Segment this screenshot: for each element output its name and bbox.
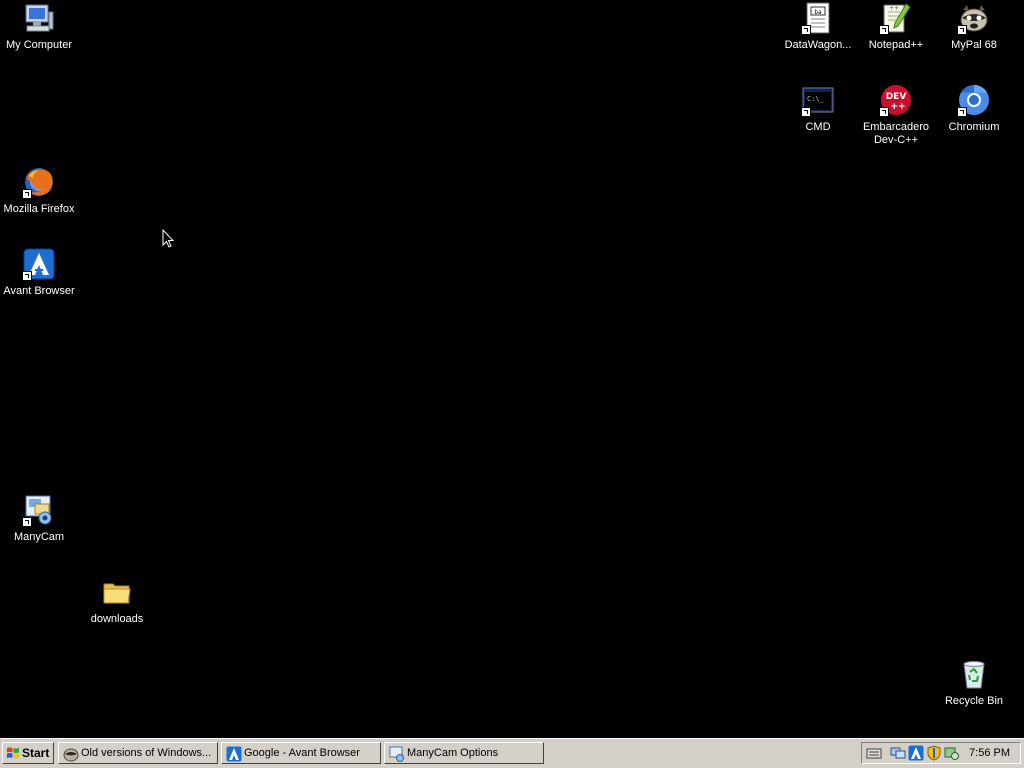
shortcut-arrow-icon	[801, 107, 811, 117]
cmd-icon: C:\_	[801, 84, 834, 117]
svg-text:DEV: DEV	[886, 92, 907, 102]
manycam-icon	[389, 746, 405, 762]
datawagon-label: DataWagon...	[784, 39, 852, 51]
recycle-bin-desktop-icon[interactable]: Recycle Bin	[935, 658, 1013, 708]
chromium-label: Chromium	[948, 121, 1000, 133]
mypal-icon	[63, 746, 79, 762]
avant-browser-icon	[226, 746, 242, 762]
taskbar-button-label: Google - Avant Browser	[244, 747, 360, 759]
chromium-desktop-icon[interactable]: Chromium	[935, 84, 1013, 134]
recycle-bin-label: Recycle Bin	[944, 695, 1004, 707]
notepadpp-label: Notepad++	[868, 39, 924, 51]
start-label: Start	[22, 746, 50, 760]
keyboard-icon[interactable]	[866, 745, 882, 761]
avant-browser-icon	[22, 248, 55, 281]
devcpp-desktop-icon[interactable]: DEV ++ Embarcadero Dev-C++	[857, 84, 935, 147]
shortcut-arrow-icon	[879, 25, 889, 35]
cmd-label: CMD	[805, 121, 831, 133]
shortcut-arrow-icon	[957, 107, 967, 117]
downloads-label: downloads	[90, 613, 144, 625]
avant-browser-desktop-icon[interactable]: Avant Browser	[0, 248, 78, 298]
taskbar: Start Old versions of Windows... Google …	[0, 738, 1024, 768]
shortcut-arrow-icon	[879, 107, 889, 117]
shortcut-arrow-icon	[801, 25, 811, 35]
notepadpp-icon: ++	[879, 2, 912, 35]
devcpp-icon: DEV ++	[879, 84, 912, 117]
avant-tray-icon[interactable]	[908, 745, 924, 761]
manycam-label: ManyCam	[13, 531, 65, 543]
taskbar-button-mypal[interactable]: Old versions of Windows...	[58, 742, 218, 764]
computer-icon	[23, 2, 55, 34]
svg-text:++: ++	[890, 102, 905, 112]
clock[interactable]: 7:56 PM	[969, 743, 1010, 763]
firefox-icon	[22, 166, 55, 199]
manycam-icon	[22, 494, 55, 527]
downloads-folder-desktop-icon[interactable]: downloads	[78, 576, 156, 626]
security-shield-icon[interactable]	[926, 745, 942, 761]
folder-icon	[101, 576, 133, 608]
taskbar-button-manycam-options[interactable]: ManyCam Options	[384, 742, 544, 764]
svg-text:ba: ba	[814, 9, 822, 16]
taskbar-button-label: ManyCam Options	[407, 747, 499, 759]
mypal-desktop-icon[interactable]: MyPal 68	[935, 2, 1013, 52]
datawagon-icon: ba	[801, 2, 834, 35]
avant-browser-label: Avant Browser	[3, 285, 75, 297]
shortcut-arrow-icon	[957, 25, 967, 35]
manycam-desktop-icon[interactable]: ManyCam	[0, 494, 78, 544]
shortcut-arrow-icon	[22, 189, 32, 199]
mypal-label: MyPal 68	[951, 39, 997, 51]
svg-text:++: ++	[889, 5, 899, 12]
taskbar-button-label: Old versions of Windows...	[81, 747, 212, 759]
devcpp-label: Embarcadero Dev-C++	[862, 121, 930, 146]
mypal-icon	[957, 2, 990, 35]
manycam-tray-icon[interactable]	[944, 745, 960, 761]
shortcut-arrow-icon	[22, 517, 32, 527]
svg-text:C:\_: C:\_	[807, 95, 825, 103]
desktop[interactable]: My Computer Mozilla Firefox Avant Browse…	[0, 0, 1024, 738]
taskbar-button-avant-browser[interactable]: Google - Avant Browser	[221, 742, 381, 764]
recycle-bin-icon	[958, 658, 990, 690]
windows-flag-icon	[6, 746, 20, 760]
network-icon[interactable]	[890, 745, 906, 761]
mouse-pointer-icon	[162, 228, 175, 248]
my-computer-desktop-icon[interactable]: My Computer	[0, 2, 78, 52]
cmd-desktop-icon[interactable]: C:\_ CMD	[779, 84, 857, 134]
chromium-icon	[957, 84, 990, 117]
shortcut-arrow-icon	[22, 271, 32, 281]
start-button[interactable]: Start	[2, 742, 54, 764]
notepadpp-desktop-icon[interactable]: ++ Notepad++	[857, 2, 935, 52]
mozilla-firefox-desktop-icon[interactable]: Mozilla Firefox	[0, 166, 78, 216]
my-computer-label: My Computer	[5, 39, 73, 51]
mozilla-firefox-label: Mozilla Firefox	[3, 203, 75, 215]
datawagon-desktop-icon[interactable]: ba DataWagon...	[779, 2, 857, 52]
system-tray: 7:56 PM	[861, 742, 1021, 764]
